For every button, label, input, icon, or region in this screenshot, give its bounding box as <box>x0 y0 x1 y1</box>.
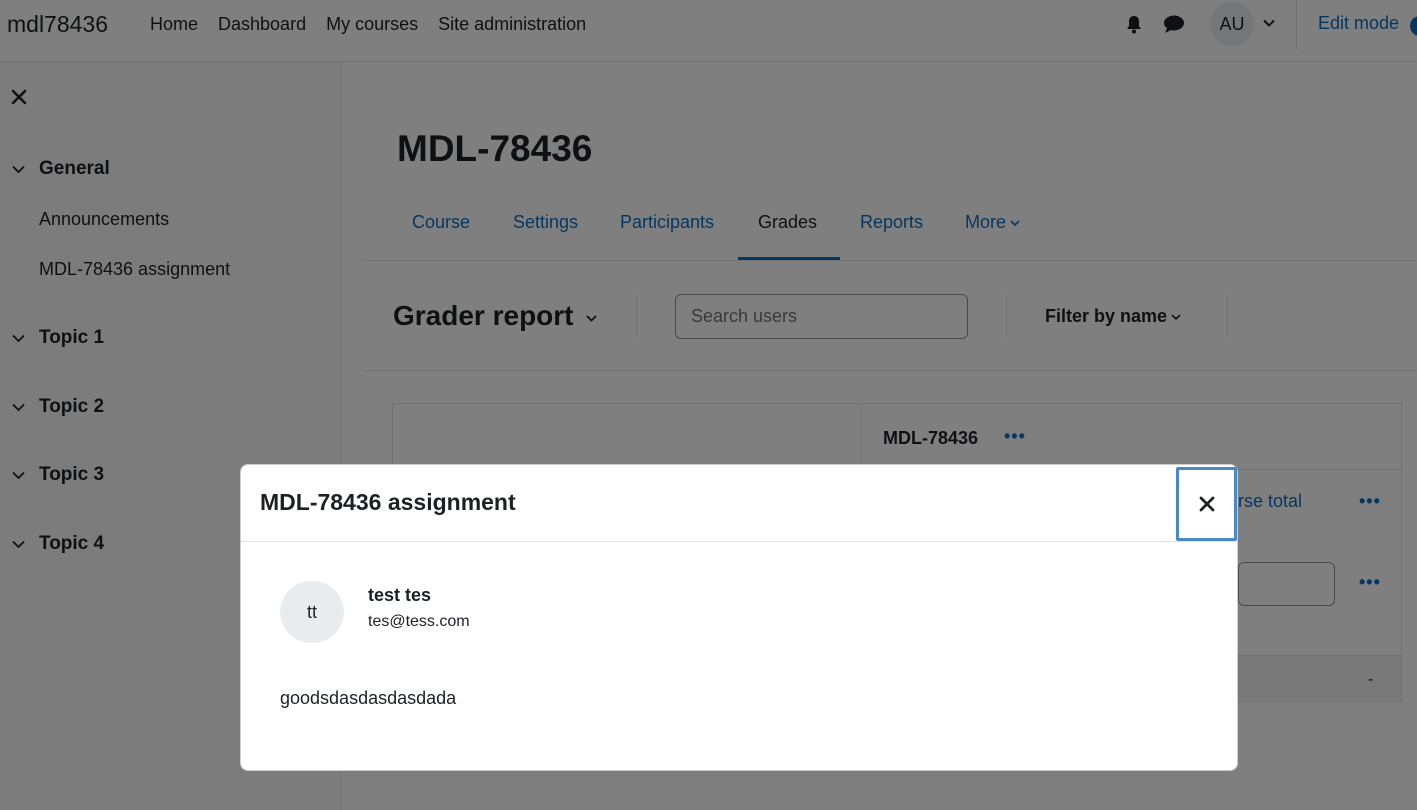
user-name: test tes <box>368 585 432 605</box>
modal-header: MDL-78436 assignment <box>241 465 1237 542</box>
user-email: tes@tess.com <box>368 613 470 630</box>
modal-close-button[interactable] <box>1176 467 1237 541</box>
close-icon <box>1199 496 1214 512</box>
feedback-text: goodsdasdasdasdada <box>280 688 457 708</box>
modal-title: MDL-78436 assignment <box>260 489 516 515</box>
user-avatar: tt <box>280 581 344 643</box>
feedback-modal: MDL-78436 assignment tt test tes tes@tes… <box>240 464 1238 771</box>
